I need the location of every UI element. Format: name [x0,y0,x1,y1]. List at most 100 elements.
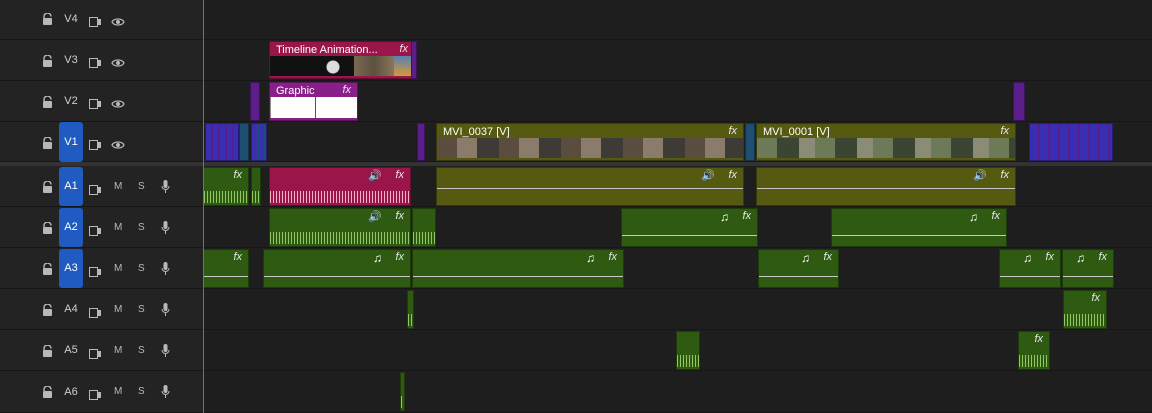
lock-icon[interactable] [42,54,53,67]
audio-clip[interactable] [407,290,414,329]
lock-icon[interactable] [42,12,53,25]
film-icon[interactable] [89,14,101,27]
fx-badge[interactable]: fx [395,251,404,263]
fx-badge[interactable]: fx [608,251,617,263]
volume-line[interactable] [264,276,410,277]
playhead[interactable] [203,0,204,413]
audio-clip-mvi-0001[interactable]: 🔊 fx [756,167,1016,206]
mute-button[interactable]: M [114,263,122,274]
eye-icon[interactable] [111,55,125,67]
lock-icon[interactable] [42,95,53,108]
audio-clip[interactable] [251,167,261,206]
mute-button[interactable]: M [114,304,122,315]
fx-badge[interactable]: fx [728,125,737,137]
clip-purple[interactable] [411,41,417,79]
audio-clip-music[interactable]: ♫ fx [1062,249,1114,288]
track-name-a4[interactable]: A4 [59,297,83,321]
fx-badge[interactable]: fx [823,251,832,263]
film-icon[interactable] [89,346,101,359]
mute-button[interactable]: M [114,386,122,397]
audio-clip[interactable] [412,208,436,247]
track-name-a3[interactable]: A3 [59,249,83,288]
audio-clip-music[interactable]: ♫ fx [758,249,839,288]
audio-clip[interactable]: fx [203,249,249,288]
clip-teal[interactable] [745,123,755,161]
mute-button[interactable]: M [114,222,122,233]
fx-badge[interactable]: fx [1034,333,1043,345]
track-name-v2[interactable]: V2 [59,89,83,113]
microphone-icon[interactable] [161,221,170,234]
fx-badge[interactable]: fx [1000,169,1009,181]
clip-mvi-0037[interactable]: MVI_0037 [V] fx [436,123,744,161]
audio-clip-music[interactable]: ♫ fx [412,249,624,288]
fx-badge[interactable]: fx [399,43,408,55]
track-name-v3[interactable]: V3 [59,48,83,72]
lock-icon[interactable] [42,180,53,193]
solo-button[interactable]: S [138,263,145,274]
film-icon[interactable] [89,182,101,195]
timeline-area[interactable]: Timeline Animation... fx Graphic fx MVI_… [203,0,1152,413]
fx-badge[interactable]: fx [1098,251,1107,263]
eye-icon[interactable] [111,137,125,149]
video-audio-divider[interactable] [0,162,1152,166]
fx-badge[interactable]: fx [1091,292,1100,304]
eye-icon[interactable] [111,96,125,108]
film-icon[interactable] [89,96,101,109]
track-name-v1[interactable]: V1 [59,122,83,162]
lock-icon[interactable] [42,136,53,149]
track-name-a6[interactable]: A6 [59,380,83,404]
volume-line[interactable] [832,235,1006,236]
fx-badge[interactable]: fx [728,169,737,181]
audio-clip-music[interactable]: ♫ fx [999,249,1061,288]
clip-timeline-animation[interactable]: Timeline Animation... fx [269,41,415,79]
clip-blue[interactable] [1029,123,1113,161]
clip-purple[interactable] [1013,82,1025,121]
clip-blue[interactable] [205,123,239,161]
volume-line[interactable] [437,188,743,189]
fx-badge[interactable]: fx [742,210,751,222]
fx-badge[interactable]: fx [1045,251,1054,263]
lane-a6[interactable] [203,371,1152,413]
audio-clip-music[interactable]: ♫ fx [831,208,1007,247]
lock-icon[interactable] [42,385,53,398]
fx-badge[interactable]: fx [233,169,242,181]
audio-clip[interactable]: fx [1018,331,1050,370]
lock-icon[interactable] [42,262,53,275]
audio-clip[interactable]: 🔊 fx [269,208,411,247]
clip-graphic[interactable]: Graphic fx [269,82,358,121]
film-icon[interactable] [89,137,101,150]
microphone-icon[interactable] [161,344,170,357]
clip-mvi-0001[interactable]: MVI_0001 [V] fx [756,123,1016,161]
clip-purple[interactable] [417,123,425,161]
microphone-icon[interactable] [161,385,170,398]
solo-button[interactable]: S [138,222,145,233]
fx-badge[interactable]: fx [1000,125,1009,137]
audio-clip-music[interactable]: ♫ fx [621,208,758,247]
volume-line[interactable] [759,276,838,277]
audio-clip[interactable]: fx [203,167,249,206]
audio-clip-mvi-0037[interactable]: 🔊 fx [436,167,744,206]
fx-badge[interactable]: fx [395,169,404,181]
lane-v4[interactable] [203,0,1152,40]
audio-clip-music[interactable]: 🔊 fx [269,167,411,206]
microphone-icon[interactable] [161,303,170,316]
eye-icon[interactable] [111,14,125,26]
audio-clip[interactable] [676,331,700,370]
clip-purple[interactable] [250,82,260,121]
film-icon[interactable] [89,55,101,68]
film-icon[interactable] [89,223,101,236]
track-name-a1[interactable]: A1 [59,167,83,206]
track-name-v4[interactable]: V4 [59,7,83,31]
film-icon[interactable] [89,387,101,400]
volume-line[interactable] [413,276,623,277]
solo-button[interactable]: S [138,304,145,315]
lock-icon[interactable] [42,344,53,357]
clip-blue[interactable] [251,123,267,161]
lane-a4[interactable] [203,289,1152,330]
volume-line[interactable] [622,235,757,236]
microphone-icon[interactable] [161,180,170,193]
fx-badge[interactable]: fx [395,210,404,222]
mute-button[interactable]: M [114,345,122,356]
volume-line[interactable] [1000,276,1060,277]
lock-icon[interactable] [42,303,53,316]
